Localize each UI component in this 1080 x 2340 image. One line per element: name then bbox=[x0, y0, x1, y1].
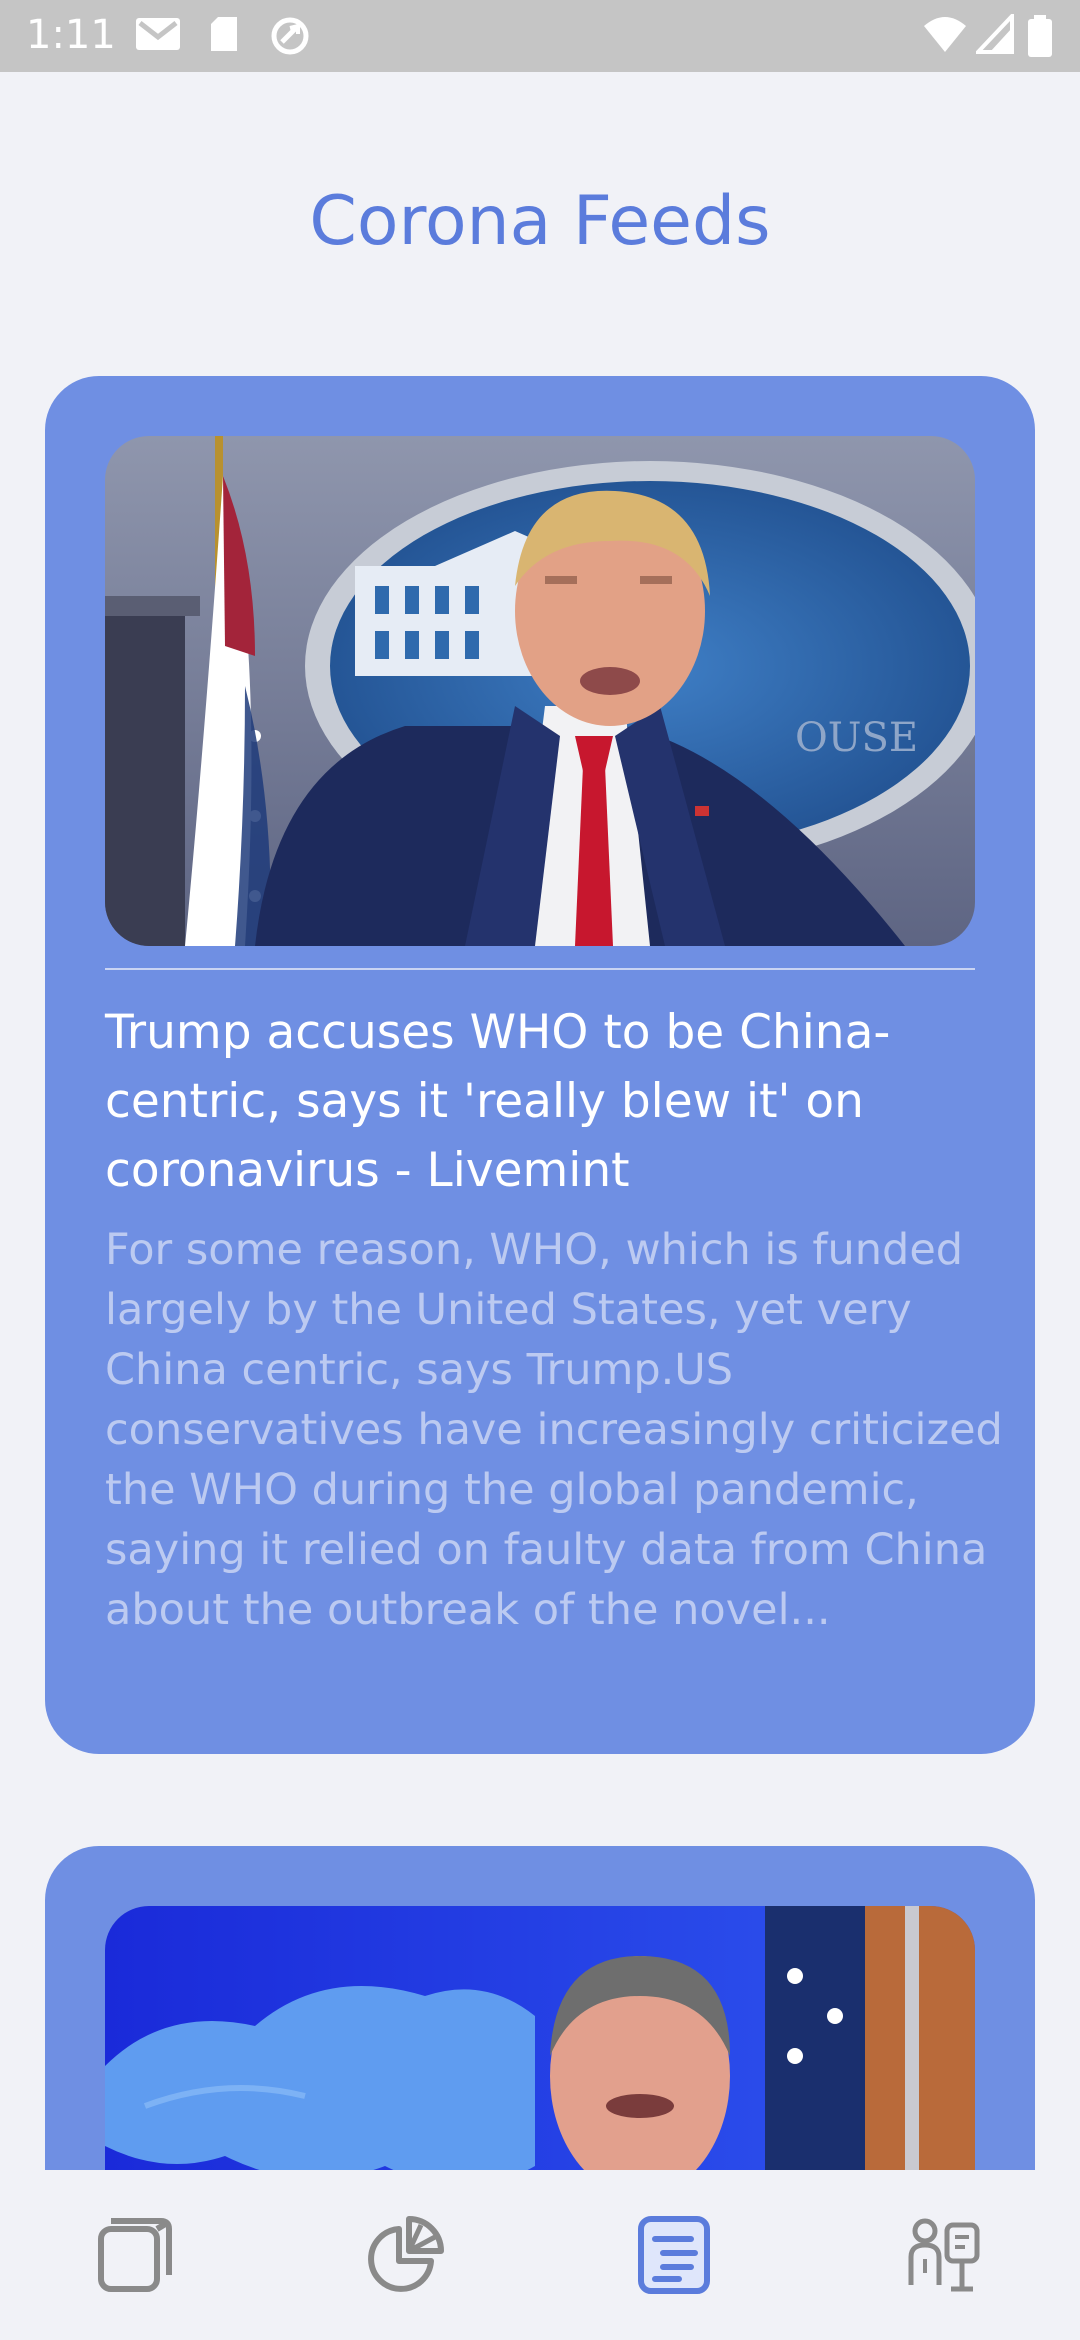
page-title: Corona Feeds bbox=[309, 182, 771, 261]
news-list-icon bbox=[638, 2216, 710, 2294]
news-image[interactable]: OUSE bbox=[105, 436, 975, 946]
news-card[interactable] bbox=[45, 1846, 1035, 2170]
nav-item-doctor[interactable] bbox=[810, 2170, 1080, 2340]
news-feed[interactable]: Corona Feeds OUSE Trump accuses WHO to b… bbox=[0, 0, 1080, 2170]
news-headline[interactable]: Trump accuses WHO to be China-centric, s… bbox=[105, 998, 985, 1205]
nav-item-statistics[interactable] bbox=[270, 2170, 540, 2340]
doctor-icon bbox=[908, 2218, 980, 2292]
bottom-navigation bbox=[0, 2170, 1080, 2340]
pie-chart-icon bbox=[368, 2216, 444, 2292]
app-screen: 1:11 Corona Feeds OUSE Trump accuses WHO… bbox=[0, 0, 1080, 2340]
nav-item-news[interactable] bbox=[540, 2170, 810, 2340]
news-summary: For some reason, WHO, which is funded la… bbox=[105, 1225, 1003, 1635]
card-divider bbox=[105, 968, 975, 970]
svg-text:OUSE: OUSE bbox=[795, 715, 918, 761]
cube-icon bbox=[98, 2218, 172, 2292]
news-card[interactable]: OUSE Trump accuses WHO to be China-centr… bbox=[45, 376, 1035, 1754]
news-image[interactable] bbox=[105, 1906, 975, 2170]
nav-item-cube[interactable] bbox=[0, 2170, 270, 2340]
